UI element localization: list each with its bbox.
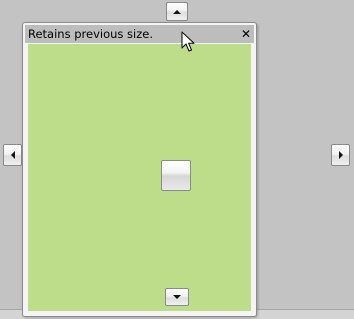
floating-pane[interactable]: Retains previous size. ✕ (22, 22, 257, 317)
dock-center-button[interactable] (161, 160, 191, 191)
pane-title-bar[interactable]: Retains previous size. ✕ (25, 25, 254, 43)
arrow-up-icon (173, 9, 181, 14)
dock-right-button[interactable] (331, 144, 350, 166)
close-icon[interactable]: ✕ (239, 25, 253, 43)
arrow-left-icon (10, 151, 15, 159)
arrow-right-icon (338, 151, 343, 159)
dock-bottom-button[interactable] (165, 288, 189, 306)
pane-title: Retains previous size. (28, 27, 154, 41)
dock-left-button[interactable] (3, 144, 22, 166)
dock-top-button[interactable] (166, 2, 188, 21)
pane-content (28, 44, 251, 311)
arrow-down-icon (173, 295, 181, 299)
